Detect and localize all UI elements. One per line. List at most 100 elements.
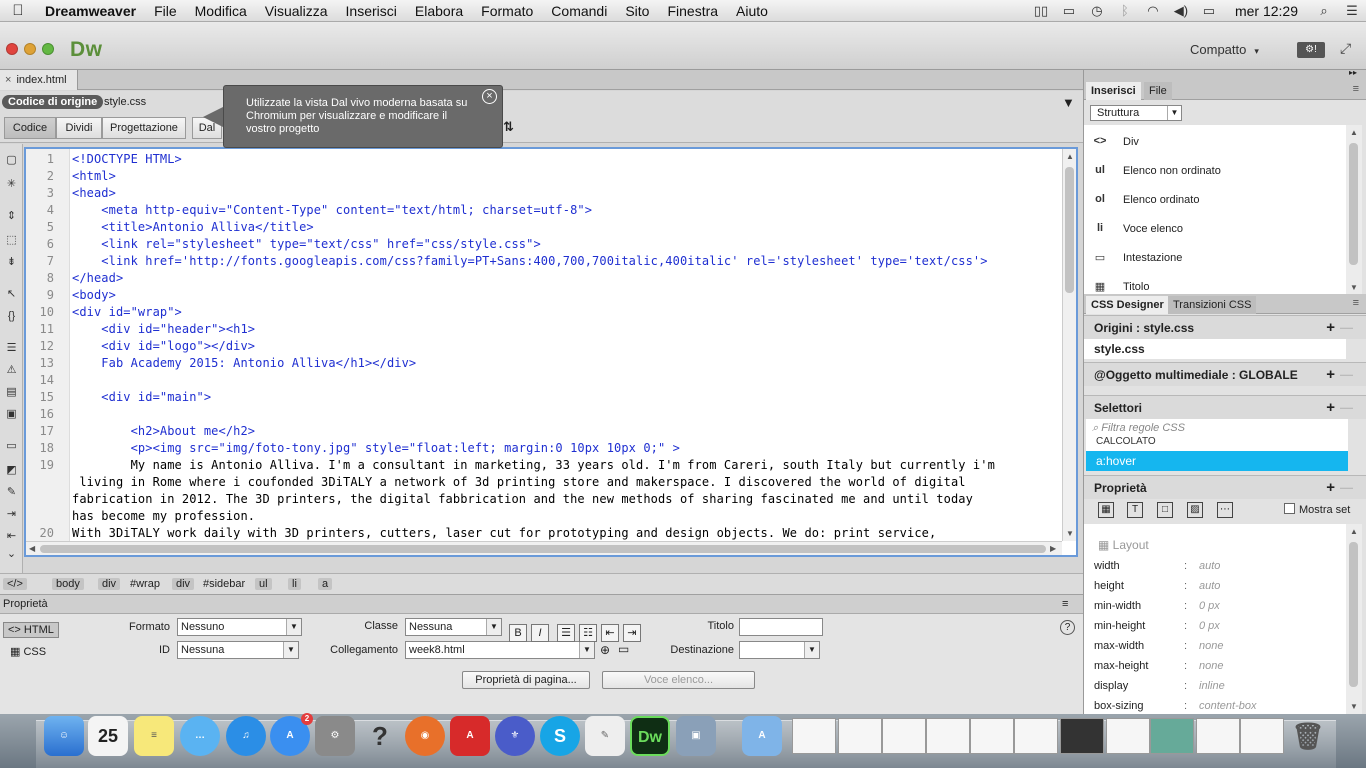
skype-icon[interactable]: S	[540, 716, 580, 756]
layout-category-icon[interactable]: ▦	[1098, 502, 1114, 518]
tab-css-designer[interactable]: CSS Designer	[1086, 296, 1169, 314]
editor-horizontal-scrollbar[interactable]: ◀ ▶	[26, 541, 1062, 555]
move-css-icon[interactable]: ◩	[3, 462, 20, 479]
spotlight-icon[interactable]: ⌕	[1310, 3, 1338, 19]
sidebar-icon[interactable]: ▯▯	[1027, 3, 1055, 19]
scrollbar-thumb[interactable]	[1065, 167, 1074, 293]
border-category-icon[interactable]: □	[1157, 502, 1173, 518]
background-category-icon[interactable]: ▨	[1187, 502, 1203, 518]
recent-snippets-icon[interactable]: ▭	[3, 438, 20, 455]
insert-item[interactable]: ul Elenco non ordinato	[1084, 158, 1346, 187]
tag-crumb-id[interactable]: #sidebar	[203, 578, 245, 590]
finder-icon[interactable]: ☺	[44, 716, 84, 756]
css-property-row[interactable]: max-height: none	[1084, 657, 1346, 677]
selector-item-computed[interactable]: CALCOLATO	[1086, 437, 1348, 451]
add-property-icon[interactable]: +	[1326, 476, 1335, 500]
collapse-icon[interactable]: ▸▸	[1349, 68, 1357, 77]
link-input[interactable]: week8.html ▼	[405, 641, 595, 659]
scroll-up-icon[interactable]: ▲	[1350, 128, 1358, 137]
css-property-row[interactable]: width: auto	[1084, 557, 1346, 577]
menu-visualizza[interactable]: Visualizza	[256, 3, 337, 19]
expand-all-icon[interactable]: ⇕	[3, 208, 20, 225]
chevron-down-icon[interactable]: ⌄	[3, 546, 20, 563]
minimized-window-thumbnail[interactable]	[926, 718, 970, 754]
html-mode-button[interactable]: <> HTML	[3, 622, 59, 638]
unordered-list-icon[interactable]: ☰	[557, 624, 575, 642]
menu-file[interactable]: File	[145, 3, 186, 19]
css-property-value[interactable]: 0 px	[1199, 620, 1220, 632]
css-property-value[interactable]: inline	[1199, 680, 1225, 692]
minimized-window-thumbnail[interactable]	[970, 718, 1014, 754]
select-parent-tag-icon[interactable]: ⬚	[3, 232, 20, 249]
dreamweaver-icon[interactable]: Dw	[630, 716, 670, 756]
minimized-window-thumbnail[interactable]	[882, 718, 926, 754]
app-store-icon[interactable]: A2	[270, 713, 313, 756]
filezilla-icon[interactable]: ⚜	[495, 716, 535, 756]
insert-scrollbar[interactable]: ▲ ▼	[1346, 125, 1362, 295]
id-select[interactable]: Nessuna ▼	[177, 641, 299, 659]
panel-menu-icon[interactable]: ≡	[1062, 595, 1068, 614]
related-file-style-css[interactable]: style.css	[104, 96, 146, 108]
scroll-up-icon[interactable]: ▲	[1066, 152, 1074, 161]
workspace-switcher[interactable]: Compatto ▾	[1190, 42, 1259, 57]
menu-comandi[interactable]: Comandi	[542, 3, 616, 19]
time-machine-icon[interactable]: ◷	[1083, 3, 1111, 19]
scrollbar-thumb[interactable]	[1349, 542, 1358, 687]
tab-css-transitions[interactable]: Transizioni CSS	[1168, 296, 1257, 314]
format-source-icon[interactable]: ✎	[3, 484, 20, 501]
tag-crumb-body[interactable]: body	[52, 578, 84, 590]
menu-inserisci[interactable]: Inserisci	[337, 3, 406, 19]
tab-file[interactable]: File	[1144, 82, 1172, 100]
notification-icon[interactable]: ☰	[1338, 3, 1366, 19]
remove-media-icon[interactable]: —	[1340, 363, 1353, 387]
filter-icon[interactable]: ▼	[1062, 95, 1075, 110]
menu-aiuto[interactable]: Aiuto	[727, 3, 777, 19]
tag-crumb-li[interactable]: li	[288, 578, 301, 590]
insert-item[interactable]: ▦ Titolo	[1084, 274, 1346, 295]
source-item-style-css[interactable]: style.css	[1084, 339, 1346, 359]
show-set-checkbox[interactable]: Mostra set	[1284, 503, 1350, 516]
split-view-button[interactable]: Dividi	[56, 117, 102, 139]
indent-code-icon[interactable]: ⇥	[3, 506, 20, 523]
collapse-tag-icon[interactable]: ✳	[3, 176, 20, 193]
design-view-button[interactable]: Progettazione	[102, 117, 186, 139]
italic-button[interactable]: I	[531, 624, 549, 642]
property-scrollbar[interactable]: ▲ ▼	[1346, 524, 1362, 714]
tag-crumb-a[interactable]: a	[318, 578, 333, 590]
help-icon[interactable]: ?	[360, 716, 400, 756]
scroll-down-icon[interactable]: ▼	[1066, 529, 1074, 538]
minimized-window-thumbnail[interactable]	[1196, 718, 1240, 754]
tag-crumb-id[interactable]: #wrap	[130, 578, 160, 590]
css-property-row[interactable]: height: auto	[1084, 577, 1346, 597]
minimized-window-thumbnail[interactable]	[1150, 718, 1194, 754]
tag-crumb-ul[interactable]: ul	[255, 578, 272, 590]
window-minimize-button[interactable]	[24, 43, 36, 55]
ordered-list-icon[interactable]: ☷	[579, 624, 597, 642]
tooltip-close-icon[interactable]: ×	[482, 89, 497, 104]
insert-item[interactable]: <> Div	[1084, 129, 1346, 158]
scroll-right-icon[interactable]: ▶	[1050, 544, 1056, 553]
notes-icon[interactable]: ≡	[134, 716, 174, 756]
highlight-invalid-code-icon[interactable]: {}	[3, 308, 20, 325]
menubar-clock[interactable]: mer 12:29	[1223, 3, 1310, 19]
acrobat-icon[interactable]: A	[450, 716, 490, 756]
tab-index-html[interactable]: × index.html	[0, 70, 78, 90]
page-properties-button[interactable]: Proprietà di pagina...	[462, 671, 590, 689]
css-property-row[interactable]: display: inline	[1084, 677, 1346, 697]
scroll-down-icon[interactable]: ▼	[1350, 283, 1358, 292]
outdent-icon[interactable]: ⇤	[601, 624, 619, 642]
open-documents-icon[interactable]: ▢	[3, 152, 20, 169]
scroll-down-icon[interactable]: ▼	[1350, 702, 1358, 711]
add-source-icon[interactable]: +	[1326, 316, 1335, 340]
insert-category-select[interactable]: Struttura ▼	[1090, 105, 1182, 121]
scroll-up-icon[interactable]: ▲	[1350, 527, 1358, 536]
calendar-icon[interactable]: 25	[88, 716, 128, 756]
code-view-icon[interactable]: </>	[3, 578, 27, 590]
insert-item[interactable]: li Voce elenco	[1084, 216, 1346, 245]
class-select[interactable]: Nessuna ▼	[405, 618, 502, 636]
remove-selector-icon[interactable]: —	[1340, 396, 1353, 420]
balance-braces-icon[interactable]: ⇟	[3, 254, 20, 271]
remove-source-icon[interactable]: —	[1340, 316, 1353, 340]
menu-formato[interactable]: Formato	[472, 3, 542, 19]
battery-icon[interactable]: ▭	[1195, 3, 1223, 19]
